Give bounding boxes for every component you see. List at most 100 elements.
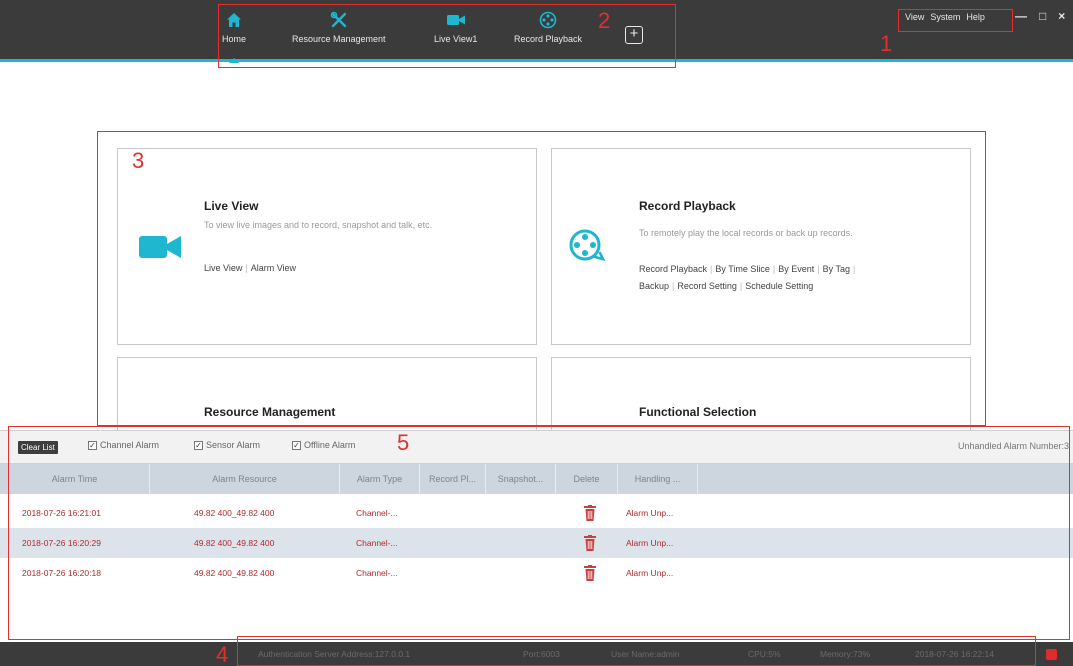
alarm-resource: 49.82 400_49.82 400 [194,568,275,578]
link-alarm-view[interactable]: Alarm View [251,263,296,273]
window-controls: — □ × [1015,9,1065,23]
link-by-tag[interactable]: By Tag [823,264,850,274]
link-live-view[interactable]: Live View [204,263,242,273]
annotation-number: 2 [598,8,611,33]
nav-label: Live View1 [434,34,478,44]
link-backup[interactable]: Backup [639,281,669,291]
handling-status: Alarm Unp... [626,538,674,548]
camera-icon [139,232,181,267]
minimize-button[interactable]: — [1015,9,1027,23]
filter-label: Channel Alarm [100,440,160,450]
status-memory: Memory:73% [820,649,871,659]
annotation-number: 5 [397,430,410,455]
card-title: Resource Management [204,405,336,419]
link-schedule-setting[interactable]: Schedule Setting [745,281,813,291]
annotation-number: 4 [216,642,229,666]
checkbox-icon: ✓ [194,440,203,450]
alarm-resource: 49.82 400_49.82 400 [194,538,275,548]
camera-icon [446,10,466,30]
column-header[interactable]: Alarm Type [340,464,420,494]
maximize-button[interactable]: □ [1039,9,1046,23]
home-icon [224,10,244,30]
alarm-table-body: 2018-07-26 16:21:01 49.82 400_49.82 400 … [0,494,1073,642]
status-bar: Authentication Server Address:127.0.0.1 … [0,642,1073,666]
column-header[interactable]: Delete [556,464,618,494]
column-header[interactable]: Alarm Time [0,464,150,494]
handling-status: Alarm Unp... [626,508,674,518]
column-header[interactable]: Record Pl... [420,464,486,494]
table-row[interactable]: 2018-07-26 16:21:01 49.82 400_49.82 400 … [0,498,1073,528]
film-reel-icon [538,10,558,30]
link-separator: | [772,264,776,274]
filter-sensor-alarm[interactable]: ✓ Sensor Alarm [194,440,260,450]
table-row[interactable]: 2018-07-26 16:20:18 49.82 400_49.82 400 … [0,558,1073,588]
link-record-playback[interactable]: Record Playback [639,264,707,274]
handling-status: Alarm Unp... [626,568,674,578]
filter-label: Sensor Alarm [206,440,261,450]
annotation-number: 1 [880,31,893,56]
filter-channel-alarm[interactable]: ✓ Channel Alarm [88,440,159,450]
nav-label: Resource Management [292,34,386,44]
unhandled-alarm-count: Unhandled Alarm Number:3 [957,441,1069,451]
link-separator: | [817,264,820,274]
link-separator: | [245,263,248,273]
delete-icon[interactable] [584,565,596,581]
filter-label: Offline Alarm [304,440,356,450]
clear-list-button[interactable]: Clear List [18,441,58,454]
nav-label: Record Playback [514,34,583,44]
status-cpu: CPU:5% [748,649,781,659]
nav-live-view1[interactable]: Live View1 [434,10,477,56]
link-separator: | [710,264,713,274]
alarm-time: 2018-07-26 16:21:01 [22,508,101,518]
card-title: Record Playback [639,199,736,213]
alarm-time: 2018-07-26 16:20:29 [22,538,101,548]
menu-help[interactable]: Help [966,12,985,22]
alarm-resource: 49.82 400_49.82 400 [194,508,275,518]
alarm-indicator-icon[interactable] [1046,649,1057,660]
filter-offline-alarm[interactable]: ✓ Offline Alarm [292,440,355,450]
annotation-number: 3 [132,148,145,173]
close-button[interactable]: × [1058,9,1065,23]
link-by-time-slice[interactable]: By Time Slice [715,264,770,274]
nav-resource-management[interactable]: Resource Management [292,10,386,56]
link-separator: | [739,281,743,291]
alarm-type: Channel-... [356,538,398,548]
nav-home[interactable]: Home [222,10,247,63]
card-title: Functional Selection [639,405,757,419]
alarm-table-header: Alarm Time Alarm Resource Alarm Type Rec… [0,464,1073,494]
checkbox-icon: ✓ [292,440,301,450]
alarm-toolbar: Clear List ✓ Channel Alarm ✓ Sensor Alar… [0,430,1073,464]
card-live-view[interactable]: Live View To view live images and to rec… [117,148,537,345]
menu-system[interactable]: System [930,12,960,22]
link-separator: | [672,281,675,291]
link-separator: | [852,264,856,274]
status-port: Port:6003 [523,649,560,659]
film-reel-icon [569,228,609,269]
column-header[interactable]: Snapshot... [486,464,556,494]
card-functional-selection[interactable]: Functional Selection [551,357,971,430]
card-title: Live View [204,199,259,213]
top-bar: Home Resource Management Live View1 Reco… [0,0,1073,63]
card-links: Live View | Alarm View [204,260,296,277]
card-description: To view live images and to record, snaps… [204,220,433,230]
status-auth-server: Authentication Server Address:127.0.0.1 [258,649,411,659]
alarm-type: Channel-... [356,568,398,578]
delete-icon[interactable] [584,535,596,551]
system-menu: View System Help [905,12,985,22]
card-links: Record Playback | By Time Slice | By Event | B… [639,261,949,295]
checkbox-icon: ✓ [88,440,97,450]
column-header[interactable]: Handling ... [618,464,698,494]
card-description: To remotely play the local records or ba… [639,228,853,238]
link-record-setting[interactable]: Record Setting [677,281,737,291]
column-header[interactable]: Alarm Resource [150,464,340,494]
link-by-event[interactable]: By Event [778,264,814,274]
delete-icon[interactable] [584,505,596,521]
table-row[interactable]: 2018-07-26 16:20:29 49.82 400_49.82 400 … [0,528,1073,558]
menu-view[interactable]: View [905,12,924,22]
card-record-playback[interactable]: Record Playback To remotely play the loc… [551,148,971,345]
nav-record-playback[interactable]: Record Playback [514,10,582,56]
card-resource-management[interactable]: Resource Management [117,357,537,430]
add-tab-button[interactable]: + [625,26,643,44]
nav-label: Home [222,34,247,44]
tools-icon [329,10,349,30]
